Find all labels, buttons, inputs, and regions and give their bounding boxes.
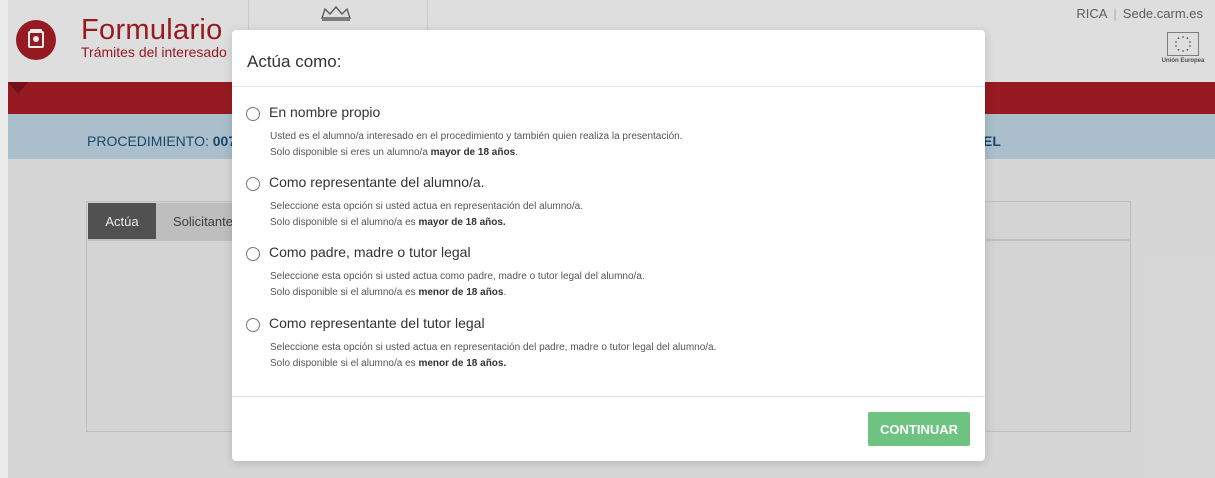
option-description: Seleccione esta opción si usted actua co…	[270, 271, 645, 298]
option-description: Usted es el alumno/a interesado en el pr…	[270, 131, 683, 158]
radio-en-nombre-propio[interactable]	[246, 107, 260, 121]
radio-padre-madre-tutor[interactable]	[246, 247, 260, 261]
option-description: Seleccione esta opción si usted actua en…	[270, 342, 717, 369]
actua-como-modal: Actúa como: En nombre propio Usted es el…	[232, 30, 985, 461]
option-label: Como representante del tutor legal	[269, 315, 485, 331]
radio-representante-alumno[interactable]	[246, 177, 260, 191]
option-label: En nombre propio	[269, 104, 381, 120]
radio-representante-tutor[interactable]	[246, 318, 260, 332]
continue-button[interactable]: CONTINUAR	[868, 412, 970, 446]
modal-header-divider	[232, 86, 985, 87]
option-description: Seleccione esta opción si usted actua en…	[270, 201, 583, 228]
option-label: Como representante del alumno/a.	[269, 174, 485, 190]
modal-footer-divider	[232, 396, 985, 397]
modal-title: Actúa como:	[247, 52, 342, 71]
option-label: Como padre, madre o tutor legal	[269, 244, 471, 260]
